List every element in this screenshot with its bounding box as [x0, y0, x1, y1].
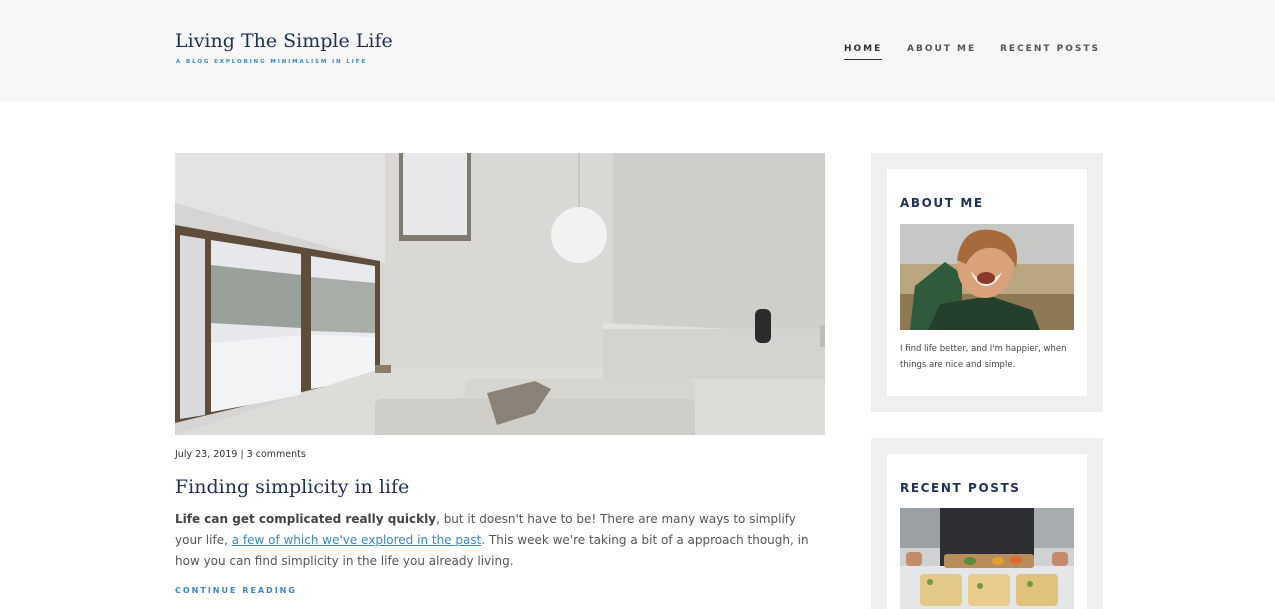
- post-meta: July 23, 2019 | 3 comments: [175, 449, 306, 460]
- meta-separator: |: [237, 449, 247, 460]
- about-widget-title: ABOUT ME: [900, 196, 984, 210]
- recent-posts-widget: RECENT POSTS: [871, 438, 1103, 609]
- post-date[interactable]: July 23, 2019: [175, 449, 237, 460]
- nav-active-indicator: [844, 59, 882, 60]
- about-widget: ABOUT ME I find life better, and I'm hap…: [871, 153, 1103, 412]
- about-text: I find life better, and I'm happier, whe…: [900, 344, 1067, 370]
- recent-posts-card: RECENT POSTS: [887, 454, 1087, 609]
- post-excerpt: Life can get complicated really quickly,…: [175, 509, 815, 572]
- excerpt-link[interactable]: a few of which we've explored in the pas…: [232, 533, 482, 547]
- site-tagline: A BLOG EXPLORING MINIMALISM IN LIFE: [176, 59, 368, 65]
- about-widget-card: ABOUT ME I find life better, and I'm hap…: [887, 169, 1087, 396]
- excerpt-bold: Life can get complicated really quickly: [175, 512, 437, 526]
- recent-post-thumbnail[interactable]: [900, 508, 1074, 609]
- recent-posts-title: RECENT POSTS: [900, 481, 1021, 495]
- about-photo: [900, 224, 1074, 330]
- nav-recent-posts[interactable]: RECENT POSTS: [1000, 44, 1100, 54]
- post-comments-link[interactable]: 3 comments: [247, 449, 306, 460]
- post-title[interactable]: Finding simplicity in life: [175, 476, 409, 498]
- site-header: Living The Simple Life A BLOG EXPLORING …: [0, 0, 1275, 102]
- nav-about-me[interactable]: ABOUT ME: [907, 44, 976, 54]
- site-title[interactable]: Living The Simple Life: [175, 30, 393, 52]
- nav-home[interactable]: HOME: [844, 44, 882, 54]
- post-featured-image[interactable]: [175, 153, 825, 435]
- continue-reading-link[interactable]: CONTINUE READING: [175, 586, 297, 595]
